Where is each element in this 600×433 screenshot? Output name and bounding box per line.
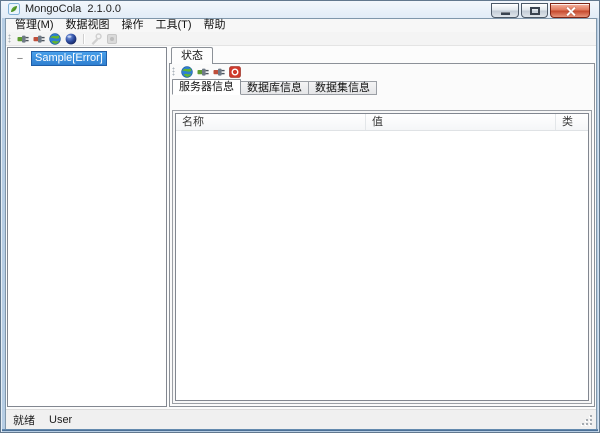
connection-tree[interactable]: − Sample[Error]: [7, 47, 167, 407]
plug-connect-icon[interactable]: [17, 33, 29, 45]
sphere-icon[interactable]: [65, 33, 77, 45]
minimize-button[interactable]: [491, 3, 519, 18]
tab-server-info[interactable]: 服务器信息: [172, 79, 241, 95]
gear-icon[interactable]: [106, 33, 118, 45]
maximize-icon: [530, 7, 540, 15]
window-title: MongoCola 2.1.0.0: [25, 1, 121, 17]
close-button[interactable]: [550, 3, 590, 18]
status-ready-label: 就绪: [13, 412, 35, 428]
menu-operation[interactable]: 操作: [116, 19, 150, 32]
listview-body[interactable]: [176, 131, 588, 400]
stop-icon[interactable]: [229, 66, 241, 78]
statusbar: 就绪 User: [6, 409, 596, 429]
column-value[interactable]: 值: [366, 114, 556, 130]
plug-disconnect-icon[interactable]: [213, 66, 225, 78]
wrench-icon[interactable]: [90, 33, 102, 45]
server-info-page: 名称 值 类型: [172, 110, 592, 404]
window-controls: [491, 3, 590, 18]
status-toolbar: [170, 64, 594, 79]
tab-status[interactable]: 状态: [171, 47, 213, 64]
toolbar-gripper: [8, 34, 11, 43]
menu-tools[interactable]: 工具(T): [150, 19, 198, 32]
app-window: MongoCola 2.1.0.0 管理(M) 数据视图 操作 工具(T) 帮助: [0, 0, 600, 433]
tab-database-info[interactable]: 数据库信息: [241, 81, 309, 95]
maximize-button[interactable]: [521, 3, 548, 18]
globe-icon[interactable]: [49, 33, 61, 45]
resize-grip-icon[interactable]: [582, 415, 592, 425]
listview-header: 名称 值 类型: [176, 114, 588, 131]
menu-manage[interactable]: 管理(M): [9, 19, 60, 32]
globe-icon[interactable]: [181, 66, 193, 78]
column-name[interactable]: 名称: [176, 114, 366, 130]
status-tab-page: 服务器信息 数据库信息 数据集信息 名称 值 类型: [169, 63, 595, 407]
column-type[interactable]: 类型: [556, 114, 588, 130]
main-content: − Sample[Error] 状态: [6, 47, 596, 409]
tree-node-label[interactable]: Sample[Error]: [31, 51, 107, 66]
close-icon: [566, 7, 575, 16]
right-panel: 状态: [169, 47, 595, 407]
toolbar-separator: [83, 34, 84, 44]
main-toolbar: [6, 32, 596, 46]
toolbar-gripper: [172, 67, 175, 76]
menu-dataview[interactable]: 数据视图: [60, 19, 116, 32]
titlebar[interactable]: MongoCola 2.1.0.0: [1, 1, 599, 18]
tab-collection-info[interactable]: 数据集信息: [309, 81, 377, 95]
minimize-icon: [501, 12, 510, 15]
menubar: 管理(M) 数据视图 操作 工具(T) 帮助: [6, 19, 596, 32]
plug-disconnect-icon[interactable]: [33, 33, 45, 45]
app-logo-icon: [8, 3, 20, 15]
tree-node-sample[interactable]: − Sample[Error]: [8, 51, 166, 66]
collapse-icon[interactable]: −: [15, 54, 25, 64]
info-tab-strip: 服务器信息 数据库信息 数据集信息: [170, 79, 594, 95]
status-user-label: User: [49, 414, 72, 426]
client-area: 管理(M) 数据视图 操作 工具(T) 帮助: [5, 18, 597, 430]
plug-connect-icon[interactable]: [197, 66, 209, 78]
server-info-listview[interactable]: 名称 值 类型: [175, 113, 589, 401]
menu-help[interactable]: 帮助: [198, 19, 232, 32]
